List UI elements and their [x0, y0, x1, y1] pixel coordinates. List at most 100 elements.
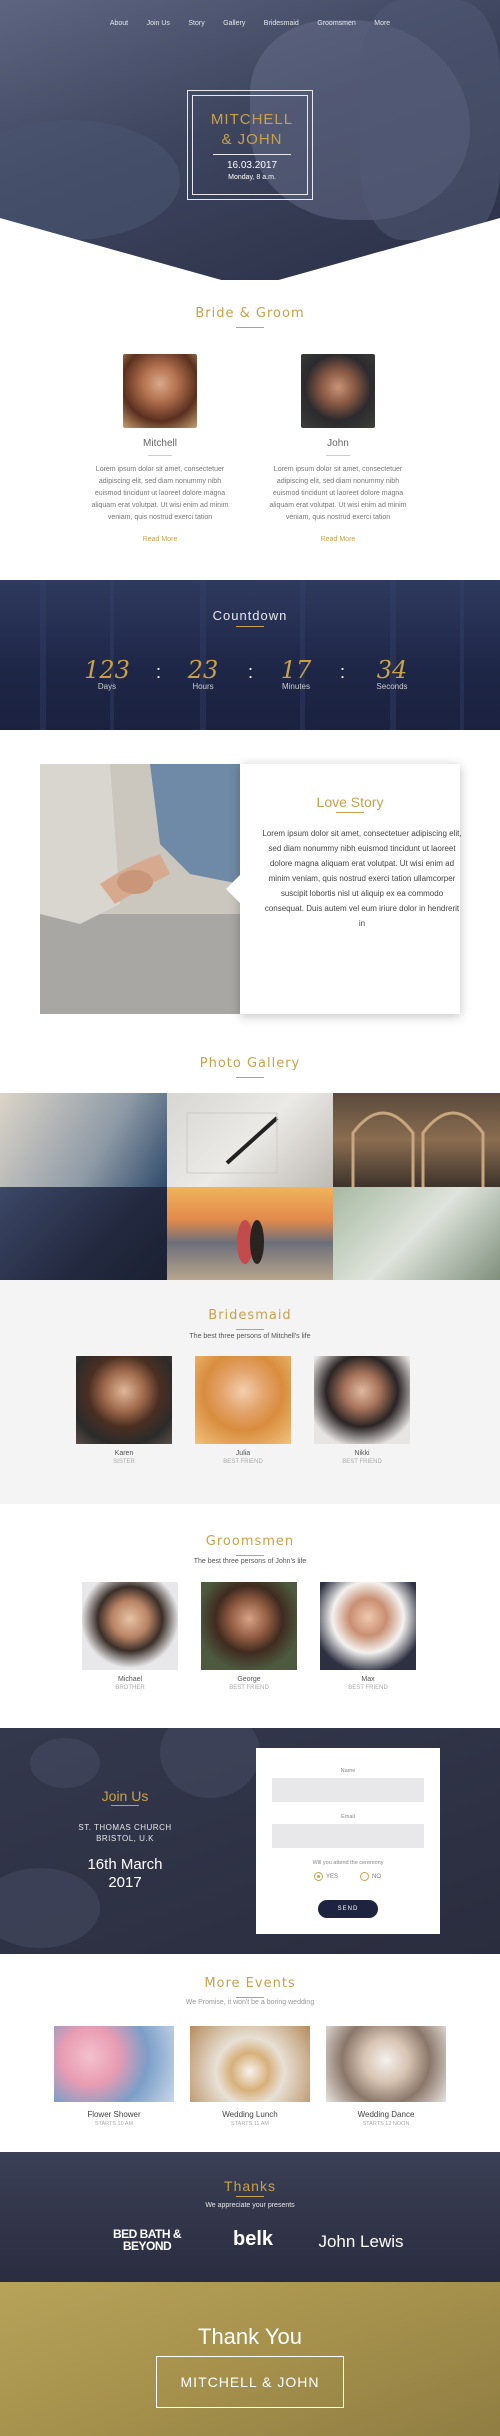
- couple-section-title: Bride & Groom: [195, 306, 305, 321]
- attend-yes-radio[interactable]: YES: [314, 1872, 338, 1881]
- thank-you-names: MITCHELL & JOHN: [180, 2374, 320, 2390]
- groomsman-role: BROTHER: [115, 1685, 145, 1691]
- join-date: 16th March 2017: [40, 1856, 210, 1892]
- email-field-label: Email: [341, 1814, 355, 1820]
- brand-belk-logo[interactable]: belk: [218, 2228, 288, 2251]
- bride-read-more-link[interactable]: Read More: [90, 536, 230, 543]
- nav-item-more[interactable]: More: [374, 20, 390, 27]
- brand-bed-bath-beyond-logo[interactable]: BED BATH & BEYOND: [102, 2228, 192, 2252]
- groom-divider: [326, 455, 350, 456]
- attend-no-label: NO: [372, 1874, 381, 1881]
- gallery-title-line: [236, 1077, 264, 1078]
- hero-name-line-1: MITCHELL: [210, 111, 294, 128]
- background-tree: [460, 580, 464, 730]
- groomsmen-subtitle: The best three persons of John's life: [193, 1558, 307, 1565]
- love-story-text: Lorem ipsum dolor sit amet, consectetuer…: [262, 829, 462, 928]
- church-name: ST. THOMAS CHURCH: [78, 1823, 172, 1832]
- event-card-flower-shower[interactable]: Flower Shower STARTS 10 AM: [54, 2026, 174, 2127]
- groomsman-card-george: George BEST FRIEND: [201, 1582, 297, 1691]
- bridesmaid-role: BEST FRIEND: [223, 1459, 263, 1465]
- groomsman-photo: [320, 1582, 416, 1670]
- attend-yes-label: YES: [326, 1874, 339, 1881]
- pen-illustration: [186, 1112, 279, 1174]
- thanks-title-line: [236, 2196, 264, 2197]
- groomsman-photo: [201, 1582, 297, 1670]
- bridesmaid-photo: [76, 1356, 172, 1444]
- church-location: ST. THOMAS CHURCH BRISTOL, U.K: [40, 1822, 210, 1844]
- event-name: Wedding Lunch: [222, 2110, 278, 2119]
- gallery-photo-couple-walking[interactable]: [0, 1093, 167, 1187]
- bridesmaid-subtitle: The best three persons of Mitchell's lif…: [189, 1333, 311, 1340]
- events-title-line: [236, 1997, 264, 1998]
- thanks-section: Thanks We appreciate your presents BED B…: [0, 2152, 500, 2282]
- email-field[interactable]: [272, 1824, 424, 1848]
- nav-item-story[interactable]: Story: [188, 20, 204, 27]
- groom-description: Lorem ipsum dolor sit amet, consectetuer…: [269, 466, 407, 521]
- radio-unchecked-icon: [360, 1872, 369, 1881]
- love-story-card-pointer: [226, 872, 243, 906]
- events-subtitle: We Promise, it won't be a boring wedding: [185, 1999, 315, 2006]
- groom-photo: [301, 354, 375, 428]
- love-story-photo: [40, 764, 240, 1014]
- event-photo: [326, 2026, 446, 2102]
- background-tree: [390, 580, 396, 730]
- gallery-photo-window-silhouette[interactable]: [0, 1187, 167, 1280]
- name-field[interactable]: [272, 1778, 424, 1802]
- event-name: Wedding Dance: [357, 2110, 415, 2119]
- countdown-separator: :: [248, 662, 254, 682]
- hero-names: MITCHELL & JOHN: [193, 110, 311, 150]
- event-card-wedding-dance[interactable]: Wedding Dance STARTS 12 NOON: [326, 2026, 446, 2127]
- countdown-hours: 23 Hours: [168, 656, 238, 691]
- groom-name: John: [327, 438, 349, 449]
- background-tree: [200, 580, 206, 730]
- couple-silhouette: [237, 1220, 264, 1264]
- gallery-photo-pen-paper[interactable]: [167, 1093, 333, 1187]
- groomsman-role: BEST FRIEND: [229, 1685, 269, 1691]
- countdown-minutes-label: Minutes: [281, 682, 310, 691]
- thank-you-footer: Thank You MITCHELL & JOHN: [0, 2282, 500, 2436]
- nav-item-about[interactable]: About: [110, 20, 128, 27]
- bridesmaid-card-karen: Karen SISTER: [76, 1356, 172, 1465]
- countdown-days-value: 123: [84, 656, 130, 684]
- background-tree: [110, 580, 114, 730]
- hero-title-box: MITCHELL & JOHN 16.03.2017 Monday, 8 a.m…: [187, 90, 313, 200]
- groomsman-photo: [82, 1582, 178, 1670]
- brand-john-lewis-logo[interactable]: John Lewis: [306, 2232, 416, 2252]
- bride-divider: [148, 455, 172, 456]
- background-tree: [40, 580, 46, 730]
- countdown-days: 123 Days: [72, 656, 142, 691]
- arches-illustration: [351, 1111, 485, 1187]
- nav-item-groomsmen[interactable]: Groomsmen: [317, 20, 356, 27]
- gallery-photo-bride-veil[interactable]: [333, 1187, 500, 1280]
- bridesmaid-name: Karen: [114, 1450, 134, 1457]
- send-button[interactable]: SEND: [318, 1900, 378, 1918]
- love-story-title: Love Story: [316, 794, 384, 810]
- groomsman-card-max: Max BEST FRIEND: [320, 1582, 416, 1691]
- countdown-seconds-value: 34: [376, 656, 408, 684]
- nav-item-gallery[interactable]: Gallery: [223, 20, 245, 27]
- gallery-photo-beach-sunset[interactable]: [167, 1187, 333, 1280]
- hero-time: Monday, 8 a.m.: [228, 174, 276, 181]
- hero-name-line-2: & JOHN: [221, 131, 283, 148]
- bridesmaid-card-nikki: Nikki BEST FRIEND: [314, 1356, 410, 1465]
- bride-card: Mitchell Lorem ipsum dolor sit amet, con…: [90, 354, 230, 543]
- brand-john-lewis-text: John Lewis: [318, 2232, 404, 2251]
- bridesmaid-name: Julia: [235, 1450, 251, 1457]
- background-flower-shape: [30, 1738, 100, 1788]
- join-us-title-line: [111, 1805, 139, 1806]
- bridesmaid-photo: [195, 1356, 291, 1444]
- nav-item-bridesmaid[interactable]: Bridesmaid: [264, 20, 299, 27]
- attend-no-radio[interactable]: NO: [360, 1872, 381, 1881]
- background-tree: [300, 580, 305, 730]
- event-card-wedding-lunch[interactable]: Wedding Lunch STARTS 11 AM: [190, 2026, 310, 2127]
- gallery-photo-church-interior[interactable]: [333, 1093, 500, 1187]
- groom-read-more-link[interactable]: Read More: [268, 536, 408, 543]
- countdown-hours-label: Hours: [192, 682, 214, 691]
- gallery-section-title: Photo Gallery: [199, 1056, 301, 1071]
- event-time: STARTS 12 NOON: [362, 2121, 410, 2127]
- countdown-section: Countdown 123 Days : 23 Hours : 17 Minut…: [0, 580, 500, 730]
- nav-item-join-us[interactable]: Join Us: [147, 20, 170, 27]
- couple-title-line: [236, 327, 264, 328]
- groomsmen-title-line: [236, 1555, 264, 1556]
- hero-background-shape: [360, 0, 500, 240]
